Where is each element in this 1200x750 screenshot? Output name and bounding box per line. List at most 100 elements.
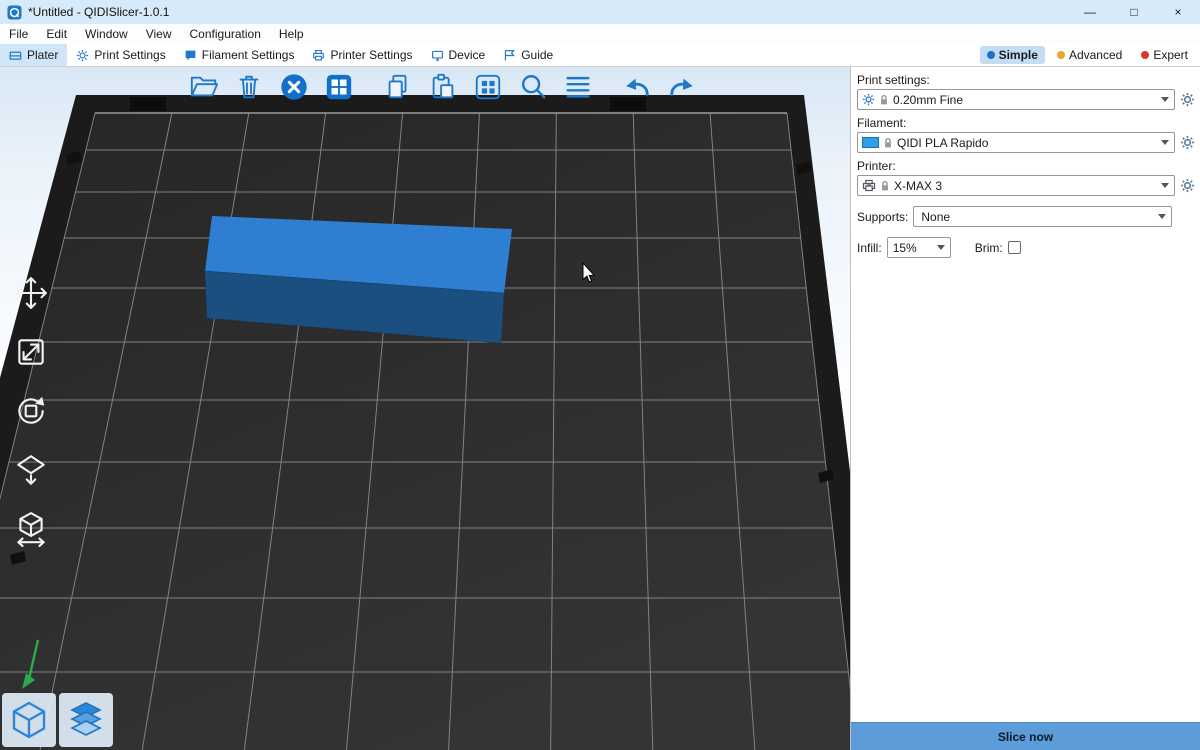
menu-file[interactable]: File [0,24,37,44]
supports-combo[interactable]: None [913,206,1172,227]
mode-label: Advanced [1069,48,1122,62]
tab-label: Printer Settings [330,48,412,62]
infill-label: Infill: [857,241,882,255]
copy-button[interactable] [381,70,415,104]
viewport-3d[interactable] [0,67,850,750]
print-settings-combo[interactable]: 0.20mm Fine [857,89,1175,110]
printer-value: X-MAX 3 [894,179,1157,193]
print-settings-icon [76,49,89,62]
plate-clip [130,97,166,111]
search-icon [518,72,548,102]
tab-label: Device [449,48,486,62]
arrange-icon [324,72,354,102]
tab-plater[interactable]: Plater [0,44,67,66]
gear-icon [1180,135,1195,150]
cut-tool-button[interactable] [8,506,54,552]
move-tool-button[interactable] [8,270,54,316]
menu-help[interactable]: Help [270,24,313,44]
simple-mode-dot-icon [987,51,995,59]
top-toolbar [187,70,699,104]
gizmo-toolbar [8,270,54,552]
tab-label: Plater [27,48,58,62]
window-controls: — □ × [1068,0,1200,24]
supports-label: Supports: [857,210,908,224]
printer-label: Printer: [857,159,1194,173]
maximize-button[interactable]: □ [1112,0,1156,24]
edit-filament-button[interactable] [1179,134,1196,151]
editor-view-button[interactable] [2,693,56,747]
expert-mode-dot-icon [1141,51,1149,59]
filament-combo[interactable]: QIDI PLA Rapido [857,132,1175,153]
redo-button[interactable] [665,70,699,104]
viewport-3d-scene[interactable] [0,67,850,750]
delete-button[interactable] [232,70,266,104]
tab-guide[interactable]: Guide [494,44,562,66]
tab-label: Print Settings [94,48,165,62]
rotate-tool-icon [13,393,49,429]
close-button[interactable]: × [1156,0,1200,24]
tab-printer-settings[interactable]: Printer Settings [303,44,421,66]
mode-label: Simple [999,48,1038,62]
infill-combo[interactable]: 15% [887,237,951,258]
tab-label: Filament Settings [202,48,295,62]
gear-icon [1180,178,1195,193]
gear-icon [1180,92,1195,107]
redo-icon [667,72,697,102]
tab-label: Guide [521,48,553,62]
delete-all-icon [279,72,309,102]
paste-button[interactable] [426,70,460,104]
brim-label: Brim: [975,241,1003,255]
menu-view[interactable]: View [137,24,181,44]
lock-icon [879,94,889,106]
rotate-tool-button[interactable] [8,388,54,434]
plater-icon [9,49,22,62]
printer-settings-icon [312,49,325,62]
print-settings-label: Print settings: [857,73,1194,87]
mode-expert[interactable]: Expert [1134,46,1195,64]
undo-button[interactable] [620,70,654,104]
mode-advanced[interactable]: Advanced [1050,46,1129,64]
brim-checkbox[interactable] [1008,241,1021,254]
lock-icon [883,137,893,149]
chevron-down-icon [1161,140,1169,145]
paste-icon [428,72,458,102]
undo-icon [622,72,652,102]
tab-device[interactable]: Device [422,44,495,66]
tab-print-settings[interactable]: Print Settings [67,44,174,66]
filament-label: Filament: [857,116,1194,130]
search-button[interactable] [516,70,550,104]
preview-view-button[interactable] [59,693,113,747]
printer-combo[interactable]: X-MAX 3 [857,175,1175,196]
trash-icon [234,72,264,102]
menu-edit[interactable]: Edit [37,24,76,44]
filament-value: QIDI PLA Rapido [897,136,1157,150]
menu-configuration[interactable]: Configuration [181,24,270,44]
move-tool-icon [13,275,49,311]
settings-sidebar: Print settings: 0.20mm Fine [850,67,1200,750]
mode-switcher: Simple Advanced Expert [980,44,1200,66]
chevron-down-icon [1158,214,1166,219]
chevron-down-icon [937,245,945,250]
slice-now-button[interactable]: Slice now [851,722,1200,750]
split-to-objects-button[interactable] [471,70,505,104]
edit-print-settings-button[interactable] [1179,91,1196,108]
title-bar: *Untitled - QIDISlicer-1.0.1 — □ × [0,0,1200,24]
place-on-face-tool-button[interactable] [8,447,54,493]
open-project-button[interactable] [187,70,221,104]
tab-filament-settings[interactable]: Filament Settings [175,44,304,66]
mode-simple[interactable]: Simple [980,46,1045,64]
advanced-mode-dot-icon [1057,51,1065,59]
variable-layer-height-button[interactable] [561,70,595,104]
cut-tool-icon [13,511,49,547]
arrange-button[interactable] [322,70,356,104]
edit-printer-button[interactable] [1179,177,1196,194]
delete-all-button[interactable] [277,70,311,104]
scale-tool-button[interactable] [8,329,54,375]
mode-label: Expert [1153,48,1188,62]
copy-icon [383,72,413,102]
3d-editor-view-icon [7,698,51,742]
variable-layer-height-icon [563,72,593,102]
menu-window[interactable]: Window [76,24,137,44]
minimize-button[interactable]: — [1068,0,1112,24]
build-plate[interactable] [0,113,850,750]
